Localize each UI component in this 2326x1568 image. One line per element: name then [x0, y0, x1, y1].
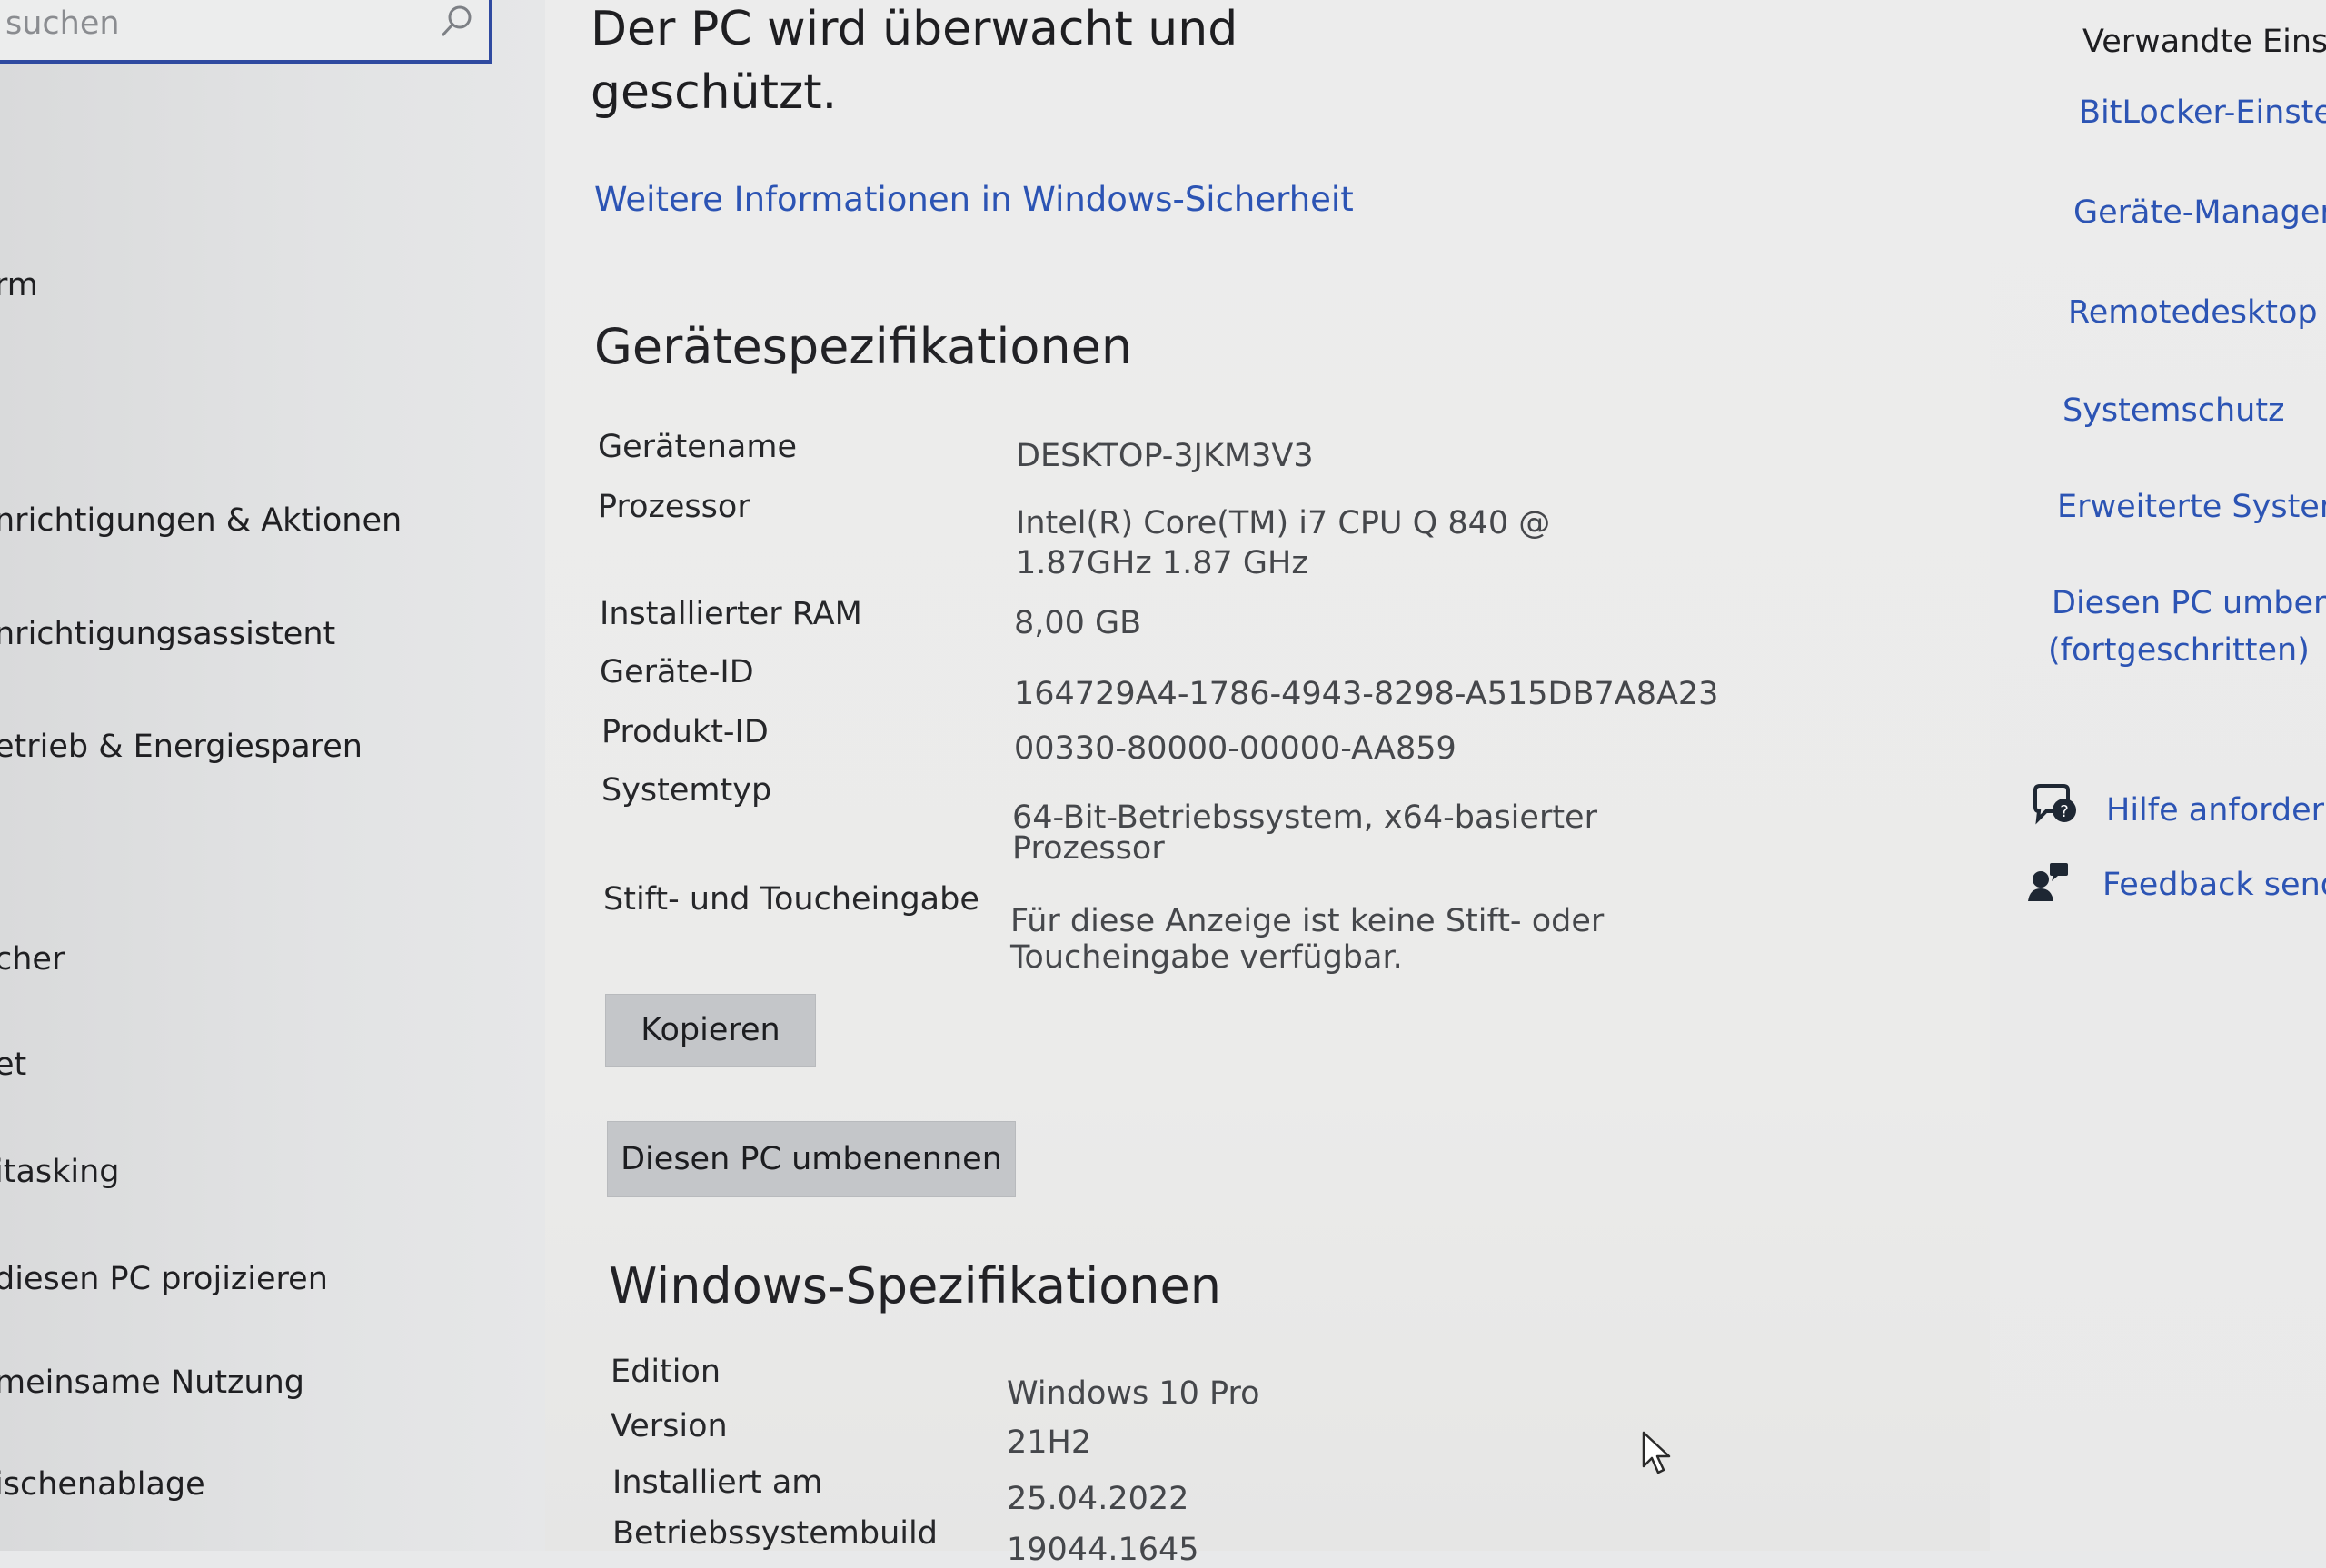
search-placeholder: suchen — [5, 5, 120, 42]
feedback-icon[interactable] — [2026, 859, 2072, 905]
pen-touch-label: Stift- und Toucheingabe — [603, 881, 979, 918]
sidebar-item-clipboard[interactable]: ischenablage — [0, 1466, 205, 1503]
feedback-link[interactable]: Feedback send — [2102, 867, 2326, 903]
device-id-label: Geräte-ID — [600, 654, 754, 690]
pen-touch-value-line2: Toucheingabe verfügbar. — [1010, 939, 1403, 976]
mouse-cursor-icon — [1642, 1431, 1671, 1474]
product-id-label: Produkt-ID — [601, 714, 769, 750]
version-value: 21H2 — [1007, 1424, 1092, 1461]
sidebar-item-shared-experiences[interactable]: meinsame Nutzung — [0, 1365, 304, 1401]
system-type-value-line2: Prozessor — [1012, 830, 1165, 867]
sidebar-item-notifications[interactable]: nrichtigungen & Aktionen — [0, 502, 402, 539]
sidebar-item-focus-assist[interactable]: nrichtigungsassistent — [0, 616, 335, 652]
windows-specs-title: Windows-Spezifikationen — [609, 1257, 1221, 1315]
sidebar-item-tablet[interactable]: et — [0, 1047, 26, 1083]
device-id-value: 164729A4-1786-4943-8298-A515DB7A8A23 — [1014, 676, 1719, 712]
processor-label: Prozessor — [598, 489, 750, 525]
system-type-label: Systemtyp — [601, 772, 772, 809]
search-box[interactable]: suchen — [0, 0, 492, 64]
remote-desktop-link[interactable]: Remotedesktop — [2068, 294, 2318, 331]
bitlocker-link[interactable]: BitLocker-Einste — [2079, 94, 2326, 131]
device-name-label: Gerätename — [598, 429, 798, 465]
version-label: Version — [611, 1408, 728, 1444]
pen-touch-value-line1: Für diese Anzeige ist keine Stift- oder — [1010, 903, 1605, 939]
system-protection-link[interactable]: Systemschutz — [2063, 392, 2284, 429]
sidebar-item-multitasking[interactable]: itasking — [0, 1154, 120, 1190]
product-id-value: 00330-80000-00000-AA859 — [1014, 730, 1456, 767]
device-name-value: DESKTOP-3JKM3V3 — [1016, 438, 1314, 474]
ram-value: 8,00 GB — [1014, 605, 1142, 641]
search-icon[interactable] — [436, 2, 476, 42]
installed-on-value: 25.04.2022 — [1007, 1481, 1189, 1517]
advanced-system-settings-link[interactable]: Erweiterte System — [2057, 489, 2326, 525]
related-settings-title: Verwandte Eins — [2082, 24, 2326, 60]
os-build-label: Betriebssystembuild — [612, 1515, 938, 1552]
related-settings-panel: Verwandte Eins BitLocker-Einste Geräte-M… — [1990, 0, 2326, 1551]
rename-pc-advanced-link-line2[interactable]: (fortgeschritten) — [2048, 632, 2310, 669]
security-heading-line1: Der PC wird überwacht und — [591, 2, 1238, 56]
svg-text:?: ? — [2060, 802, 2069, 821]
processor-value-line2: 1.87GHz 1.87 GHz — [1016, 545, 1308, 581]
os-build-value: 19044.1645 — [1007, 1532, 1199, 1568]
device-manager-link[interactable]: Geräte-Manager — [2073, 194, 2326, 231]
edition-value: Windows 10 Pro — [1007, 1375, 1260, 1412]
about-page: Der PC wird überwacht und geschützt. Wei… — [545, 0, 1990, 1568]
sidebar-item-platform[interactable]: rm — [0, 267, 38, 303]
copy-button[interactable]: Kopieren — [605, 994, 816, 1067]
get-help-link[interactable]: Hilfe anfordern — [2106, 792, 2326, 829]
device-specs-title: Gerätespezifikationen — [594, 318, 1133, 375]
edition-label: Edition — [611, 1354, 721, 1390]
sidebar-item-power-sleep[interactable]: etrieb & Energiesparen — [0, 729, 363, 765]
sidebar-item-project[interactable]: diesen PC projizieren — [0, 1261, 328, 1297]
settings-sidebar: suchen rm nrichtigungen & Aktionen nrich… — [0, 0, 546, 1551]
rename-pc-advanced-link[interactable]: Diesen PC umbene — [2052, 585, 2326, 621]
security-heading-line2: geschützt. — [591, 65, 838, 120]
ram-label: Installierter RAM — [600, 596, 862, 632]
processor-value-line1: Intel(R) Core(TM) i7 CPU Q 840 @ — [1016, 505, 1551, 541]
sidebar-item-storage[interactable]: cher — [0, 941, 65, 978]
rename-pc-button[interactable]: Diesen PC umbenennen — [607, 1121, 1016, 1197]
installed-on-label: Installiert am — [612, 1464, 823, 1501]
windows-security-link[interactable]: Weitere Informationen in Windows-Sicherh… — [594, 180, 1354, 219]
help-icon[interactable]: ? — [2030, 783, 2079, 829]
